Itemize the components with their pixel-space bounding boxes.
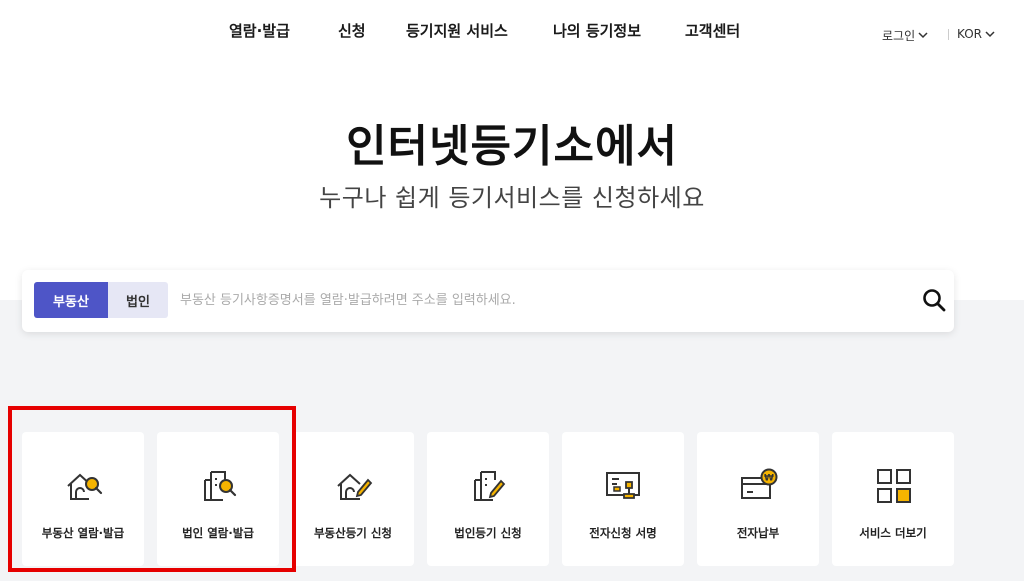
language-menu[interactable]: KOR [957, 27, 995, 41]
language-label: KOR [957, 27, 982, 41]
search-box: 부동산 법인 [22, 270, 954, 332]
svg-text:₩: ₩ [764, 474, 774, 484]
login-menu[interactable]: 로그인 [882, 27, 928, 44]
nav-item-customer-center[interactable]: 고객센터 [685, 20, 740, 41]
building-search-icon [204, 471, 237, 501]
service-label: 서비스 더보기 [859, 526, 927, 540]
chevron-down-icon [985, 30, 995, 37]
top-nav: 열람·발급 신청 등기지원 서비스 나의 등기정보 고객센터 로그인 KOR [0, 0, 1024, 60]
nav-item-my-registry[interactable]: 나의 등기정보 [553, 20, 641, 41]
service-label: 전자신청 서명 [589, 526, 657, 540]
address-search-input[interactable] [180, 282, 880, 318]
chevron-down-icon [918, 32, 928, 39]
hero-subtitle: 누구나 쉽게 등기서비스를 신청하세요 [319, 184, 705, 212]
service-label: 전자납부 [736, 526, 780, 540]
search-icon[interactable] [920, 286, 948, 314]
util-divider [948, 29, 949, 40]
nav-item-apply[interactable]: 신청 [338, 20, 366, 41]
login-label: 로그인 [882, 29, 916, 43]
tab-real-estate[interactable]: 부동산 [34, 282, 108, 318]
building-pen-icon [474, 471, 506, 501]
service-card-corp-apply[interactable]: 법인등기 신청 [427, 432, 549, 566]
service-card-more[interactable]: 서비스 더보기 [832, 432, 954, 566]
tab-corporation[interactable]: 법인 [108, 282, 168, 318]
hero-title: 인터넷등기소에서 [346, 121, 678, 172]
nav-item-support-services[interactable]: 등기지원 서비스 [406, 20, 508, 41]
service-card-e-signature[interactable]: 전자신청 서명 [562, 432, 684, 566]
service-label: 부동산 열람·발급 [41, 526, 125, 540]
grid-more-icon [877, 469, 911, 503]
house-pen-icon [337, 473, 373, 500]
service-label: 법인등기 신청 [454, 526, 522, 540]
service-card-realestate-view[interactable]: 부동산 열람·발급 [22, 432, 144, 566]
certificate-stamp-icon [606, 472, 640, 499]
house-search-icon [67, 473, 103, 500]
service-label: 법인 열람·발급 [182, 526, 254, 540]
service-card-realestate-apply[interactable]: 부동산등기 신청 [292, 432, 414, 566]
nav-item-view-issue[interactable]: 열람·발급 [229, 20, 290, 41]
service-card-corp-view[interactable]: 법인 열람·발급 [157, 432, 279, 566]
service-label: 부동산등기 신청 [313, 526, 393, 540]
service-card-e-payment[interactable]: ₩ 전자납부 [697, 432, 819, 566]
card-coin-icon: ₩ [741, 468, 778, 499]
